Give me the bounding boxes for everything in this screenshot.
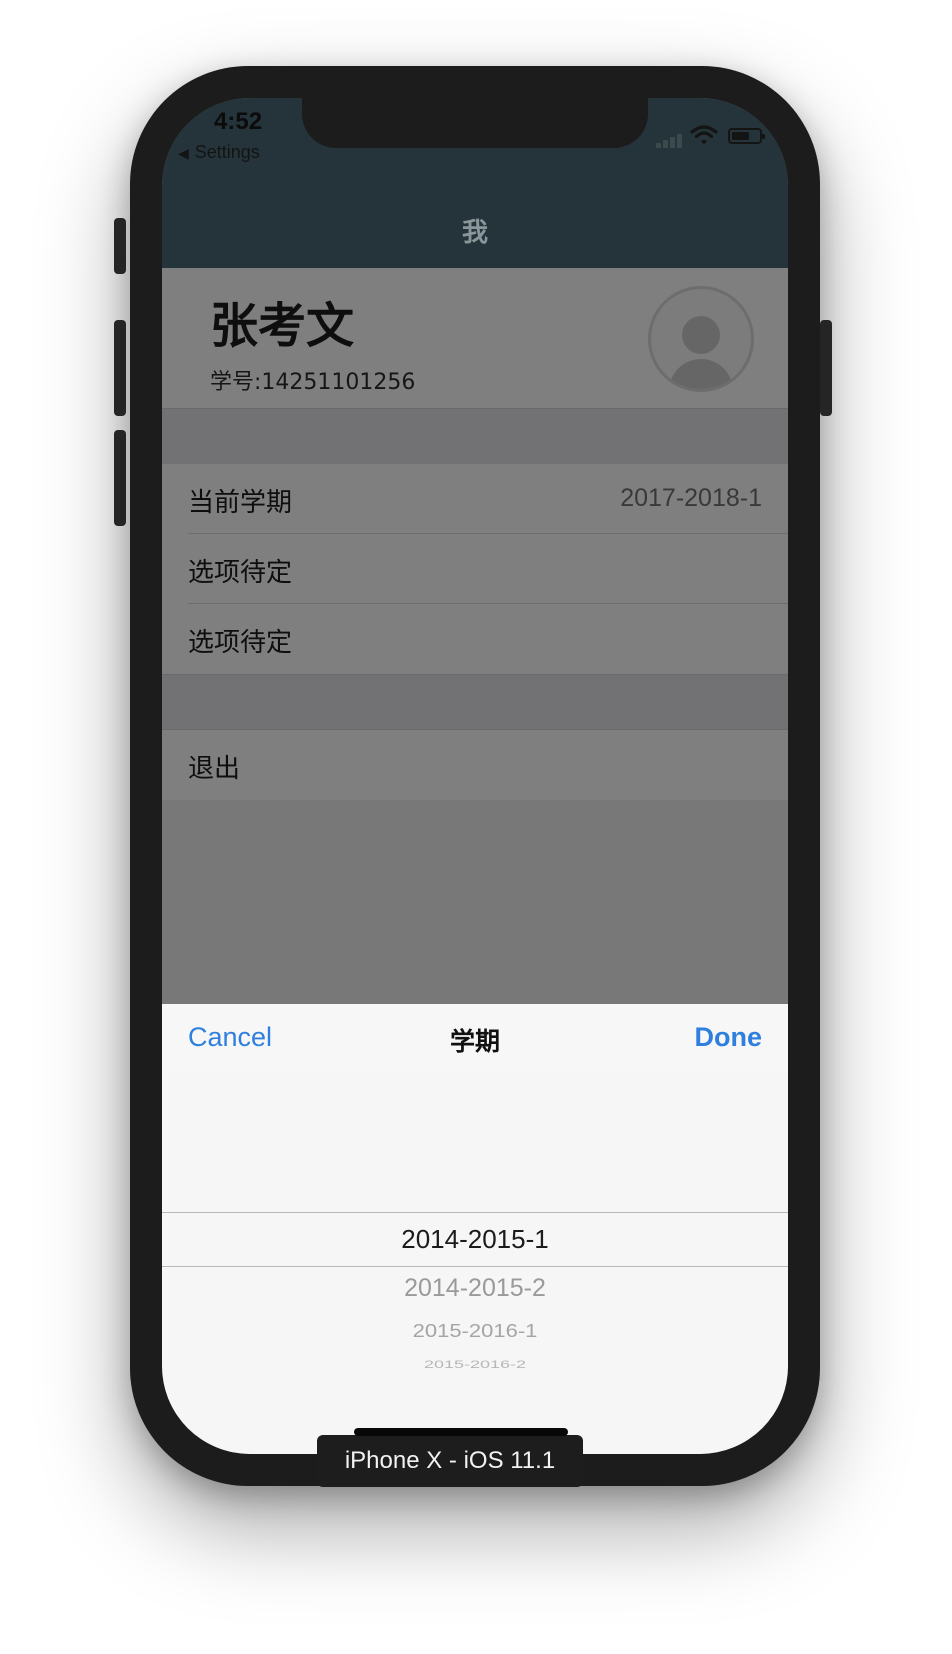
- back-to-settings-link[interactable]: ◀ Settings: [178, 142, 260, 163]
- power-button: [820, 320, 832, 416]
- section-gap: [162, 409, 788, 464]
- notch: [302, 98, 648, 148]
- wifi-icon: [690, 125, 718, 145]
- home-indicator[interactable]: [354, 1428, 568, 1436]
- logout-row[interactable]: 退出: [162, 730, 788, 800]
- picker-option[interactable]: 2015-2016-2: [162, 1358, 788, 1371]
- student-id: 学号:14251101256: [210, 370, 416, 395]
- picker-toolbar: Cancel 学期 Done: [162, 1004, 788, 1074]
- picker-selection-top-line: [162, 1212, 788, 1213]
- device-frame: 我 4:52 ◀ Settings 张考文 学号:14251101256 当前学…: [114, 66, 832, 1486]
- volume-up-button: [114, 320, 126, 416]
- back-settings-label: Settings: [194, 142, 260, 162]
- current-semester-label: 当前学期: [188, 488, 293, 518]
- silent-switch: [114, 218, 126, 274]
- picker-selection-bottom-line: [162, 1266, 788, 1267]
- battery-icon: [728, 128, 765, 144]
- profile-name: 张考文: [210, 298, 355, 354]
- page-title: 我: [461, 218, 488, 248]
- phone-screen: 我 4:52 ◀ Settings 张考文 学号:14251101256 当前学…: [162, 98, 788, 1454]
- option-pending-label: 选项待定: [188, 558, 293, 588]
- semester-picker-sheet: Cancel 学期 Done 2014-2015-1 2014-2015-2 2…: [162, 1004, 788, 1454]
- cellular-signal-icon: [656, 132, 686, 148]
- section-gap: [162, 674, 788, 730]
- picker-option[interactable]: 2015-2016-1: [162, 1320, 788, 1342]
- current-semester-value: 2017-2018-1: [620, 484, 762, 512]
- current-semester-row[interactable]: 当前学期 2017-2018-1: [162, 464, 788, 534]
- volume-down-button: [114, 430, 126, 526]
- picker-option-selected[interactable]: 2014-2015-1: [162, 1224, 788, 1255]
- option-pending-label: 选项待定: [188, 628, 293, 658]
- status-time: 4:52: [214, 108, 263, 135]
- option-pending-row-1[interactable]: 选项待定: [162, 534, 788, 604]
- logout-label: 退出: [188, 754, 241, 784]
- device-label: iPhone X - iOS 11.1: [317, 1435, 583, 1487]
- option-pending-row-2[interactable]: 选项待定: [162, 604, 788, 674]
- back-arrow-icon: ◀: [178, 145, 189, 161]
- profile-header[interactable]: 张考文 学号:14251101256: [162, 268, 788, 409]
- picker-option[interactable]: 2014-2015-2: [162, 1274, 788, 1303]
- done-button[interactable]: Done: [695, 1022, 763, 1053]
- user-avatar-icon[interactable]: [648, 286, 754, 392]
